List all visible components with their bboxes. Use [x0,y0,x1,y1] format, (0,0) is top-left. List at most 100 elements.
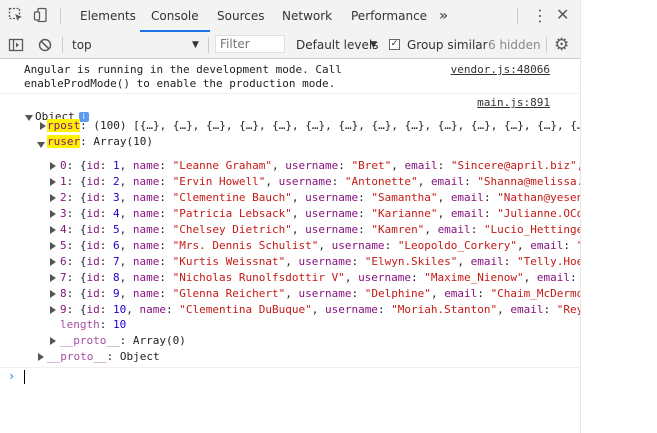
array-index: 2 [60,191,67,204]
user-row[interactable]: 9: {id: 10, name: "Clementina DuBuque", … [60,302,580,318]
field-key: name [132,223,160,236]
field-value: "Shanna@melissa. [477,175,580,188]
user-row[interactable]: 2: {id: 3, name: "Clementine Bauch", use… [60,190,580,206]
context-selector[interactable]: top [72,32,92,58]
field-value: "Samantha" [371,191,438,204]
field-value: "Kurtis Weissnat" [172,255,286,268]
kebab-menu-icon[interactable]: ⋮ [532,8,548,24]
group-similar-label[interactable]: Group similar [407,32,488,58]
clear-console-icon[interactable] [37,37,53,57]
field-value: "Glenna Reichert" [172,287,286,300]
field-key: email [430,175,465,188]
expand-toggle-icon[interactable] [50,194,56,202]
tab-network[interactable]: Network [282,0,332,32]
expand-toggle-icon[interactable] [40,122,46,130]
user-row[interactable]: 8: {id: 9, name: "Glenna Reichert", user… [60,286,580,302]
field-value: "Nicholas Runolfsdottir V" [172,271,345,284]
expand-toggle-icon[interactable] [25,115,33,121]
property-proto-object[interactable]: __proto__: Object [47,349,160,365]
expand-toggle-icon[interactable] [50,178,56,186]
user-row[interactable]: 7: {id: 8, name: "Nicholas Runolfsdottir… [60,270,580,286]
toolbar-divider [62,37,63,53]
field-value: "Clementina DuBuque" [179,303,312,316]
property-value: Array(0) [132,334,186,347]
expand-toggle-icon[interactable] [50,258,56,266]
log-message-line: enableProdMode() to enable the productio… [24,77,336,90]
array-index: 3 [60,207,67,220]
group-similar-checkbox[interactable]: ✓ [389,39,400,50]
property-rpost[interactable]: rpost: (100) [{…}, {…}, {…}, {…}, {…}, {… [47,118,580,134]
field-key: id [86,239,100,252]
tab-console[interactable]: Console [140,0,210,32]
field-key: name [139,303,167,316]
filter-input[interactable] [215,35,285,53]
user-row[interactable]: 1: {id: 2, name: "Ervin Howell", usernam… [60,174,580,190]
expand-toggle-icon[interactable] [50,337,56,345]
field-value: "Rey [556,303,580,316]
context-dropdown-arrow[interactable]: ▼ [192,32,199,58]
field-key: username [305,223,359,236]
user-row[interactable]: 0: {id: 1, name: "Leanne Graham", userna… [60,158,580,174]
expand-toggle-icon[interactable] [50,226,56,234]
hidden-count: 6 hidden [488,38,541,52]
field-key: id [86,303,100,316]
property-key: __proto__ [47,350,107,363]
field-value: 8 [113,271,120,284]
expand-toggle-icon[interactable] [37,142,45,148]
user-row[interactable]: 6: {id: 7, name: "Kurtis Weissnat", user… [60,254,580,270]
expand-toggle-icon[interactable] [38,353,44,361]
array-index: 7 [60,271,67,284]
toolbar-divider [517,8,518,24]
field-value: "Mrs. Dennis Schulist" [172,239,319,252]
source-link[interactable]: main.js:891 [477,95,550,111]
field-value: 2 [113,175,120,188]
field-key: id [86,271,100,284]
property-ruser[interactable]: ruser: Array(10) [47,134,153,150]
user-row[interactable]: 5: {id: 6, name: "Mrs. Dennis Schulist",… [60,238,580,254]
device-toolbar-icon[interactable] [33,7,49,23]
expand-toggle-icon[interactable] [50,210,56,218]
field-value: 7 [113,255,120,268]
console-sidebar-icon[interactable] [8,37,24,57]
tab-sources[interactable]: Sources [217,0,264,32]
user-row[interactable]: 4: {id: 5, name: "Chelsey Dietrich", use… [60,222,580,238]
field-value: "Karianne" [371,207,438,220]
tab-performance[interactable]: Performance [351,0,427,32]
field-value: "Leopoldo_Corkery" [397,239,518,252]
array-index: 9 [60,303,67,316]
field-value: 10 [113,303,127,316]
devtools-panel: Elements Console Sources Network Perform… [0,0,580,433]
field-value: "Chaim_McDermo [490,287,580,300]
tab-elements[interactable]: Elements [80,0,136,32]
field-key: name [132,191,160,204]
user-row[interactable]: 3: {id: 4, name: "Patricia Lebsack", use… [60,206,580,222]
expand-toggle-icon[interactable] [50,162,56,170]
gear-icon[interactable]: ⚙ [554,36,569,54]
array-index: 5 [60,239,67,252]
inspect-element-icon[interactable] [8,7,24,23]
expand-toggle-icon[interactable] [50,242,56,250]
expand-toggle-icon[interactable] [50,274,56,282]
source-link[interactable]: vendor.js:48066 [451,62,550,78]
field-value: "Sincere@april.biz", [450,159,580,172]
field-key: name [132,287,160,300]
field-value: 1 [113,159,120,172]
field-key: email [536,271,571,284]
field-value: "Elwyn.Skiles" [364,255,458,268]
property-proto-array[interactable]: __proto__: Array(0) [60,333,186,349]
property-key: ruser [47,135,81,148]
more-tabs-button[interactable]: » [439,0,448,32]
toolbar-divider [208,37,209,53]
expand-toggle-icon[interactable] [50,306,56,314]
field-key: username [298,287,352,300]
log-levels-arrow[interactable]: ▼ [370,32,377,58]
field-value: 6 [113,239,120,252]
field-key: name [132,207,160,220]
close-icon[interactable]: ✕ [556,6,569,24]
field-value: "Lucio_Hettinge [483,223,580,236]
array-index: 4 [60,223,67,236]
console-input-cursor[interactable] [24,370,25,384]
expand-toggle-icon[interactable] [50,290,56,298]
log-levels-dropdown[interactable]: Default levels [296,32,378,58]
field-key: id [86,191,100,204]
